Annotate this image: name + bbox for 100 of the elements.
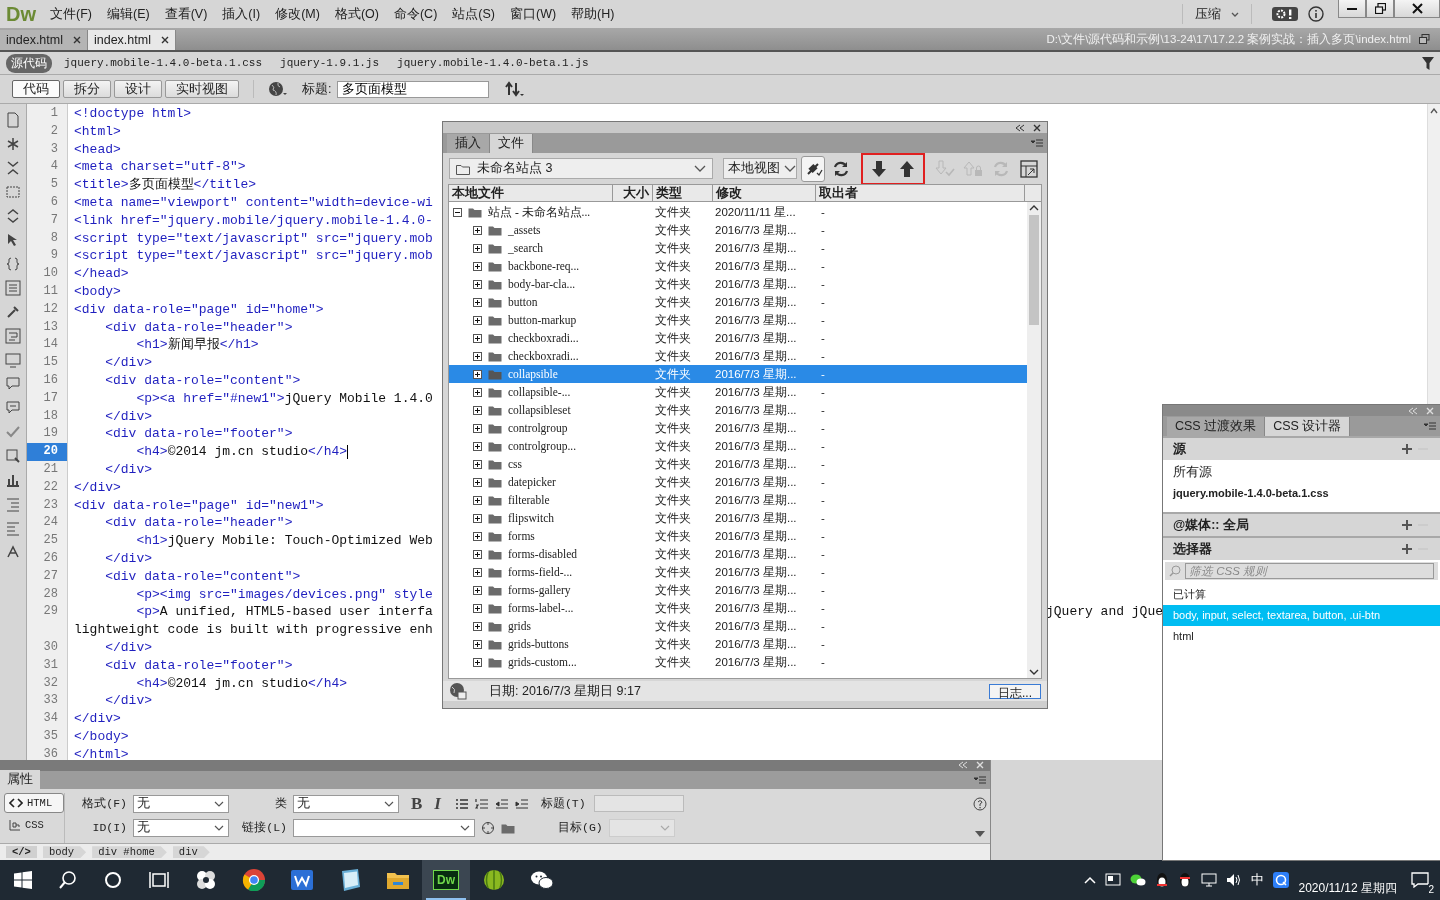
panel-menu-icon[interactable]	[1031, 139, 1043, 147]
view-button[interactable]: 拆分	[63, 80, 111, 98]
mode-button[interactable]: HTML	[4, 792, 64, 813]
file-row[interactable]: controlgroup 文件夹 2016/7/3 星期... -	[449, 419, 1027, 437]
uncomment-icon[interactable]	[5, 400, 21, 416]
site-dropdown[interactable]: 未命名站点 3	[449, 158, 713, 179]
menu-item[interactable]: 修改(M)	[275, 3, 320, 25]
q-icon[interactable]	[1273, 872, 1290, 888]
mode-button[interactable]: CSS	[4, 814, 64, 835]
file-row[interactable]: collapsible 文件夹 2016/7/3 星期... -	[449, 365, 1027, 383]
format-dropdown[interactable]: 无	[133, 794, 229, 813]
ring-icon[interactable]	[242, 869, 266, 891]
file-row[interactable]: datepicker 文件夹 2016/7/3 星期... -	[449, 473, 1027, 491]
expand-box-icon[interactable]	[473, 405, 482, 415]
filter-icon[interactable]	[1422, 56, 1434, 70]
document-tab[interactable]: index.html	[88, 30, 176, 50]
panel-tab[interactable]: 插入	[447, 134, 490, 153]
app-button[interactable]: Dw	[433, 870, 459, 890]
link-dropdown[interactable]	[293, 818, 475, 837]
add-icon[interactable]	[1402, 520, 1412, 530]
title-field[interactable]	[593, 795, 684, 813]
column-header[interactable]: 大小	[613, 185, 653, 201]
expand-box-icon[interactable]	[473, 315, 482, 325]
notification-button[interactable]: 2	[1406, 865, 1434, 895]
bulleted-list-icon[interactable]	[454, 797, 469, 810]
file-row[interactable]: forms-gallery 文件夹 2016/7/3 星期... -	[449, 581, 1027, 599]
braces-icon[interactable]	[5, 256, 21, 272]
expand-box-icon[interactable]	[473, 423, 482, 433]
source-item[interactable]: jquery.mobile-1.4.0-beta.1.css	[1163, 483, 1440, 504]
expand-box-icon[interactable]	[473, 495, 482, 505]
expand-box-icon[interactable]	[473, 243, 482, 253]
file-row[interactable]: controlgroup... 文件夹 2016/7/3 星期... -	[449, 437, 1027, 455]
file-row[interactable]: flipswitch 文件夹 2016/7/3 星期... -	[449, 509, 1027, 527]
file-row[interactable]: grids-buttons 文件夹 2016/7/3 星期... -	[449, 635, 1027, 653]
panel-menu-icon[interactable]	[1424, 422, 1436, 430]
dotted-box-icon[interactable]	[5, 184, 21, 200]
related-file-link[interactable]: jquery-1.9.1.js	[280, 57, 380, 69]
expand-box-icon[interactable]	[473, 333, 482, 343]
task-view-icon[interactable]	[149, 871, 169, 889]
file-row[interactable]: _search 文件夹 2016/7/3 星期... -	[449, 239, 1027, 257]
expand-box-icon[interactable]	[473, 225, 482, 235]
circle-icon[interactable]	[104, 871, 122, 889]
close-icon[interactable]	[1033, 123, 1041, 132]
selector-item[interactable]: html	[1163, 626, 1440, 647]
page-title-field[interactable]: 多页面模型	[337, 80, 490, 98]
expand-box-icon[interactable]	[473, 477, 482, 487]
log-button[interactable]: 日志...	[989, 683, 1041, 699]
pinwheel-icon[interactable]	[194, 869, 218, 891]
workspace-dropdown[interactable]: 压缩	[1182, 4, 1252, 24]
file-row[interactable]: collapsibleset 文件夹 2016/7/3 星期... -	[449, 401, 1027, 419]
column-header[interactable]: 取出者	[816, 185, 1025, 201]
file-row[interactable]: checkboxradi... 文件夹 2016/7/3 星期... -	[449, 347, 1027, 365]
globe-icon[interactable]	[268, 81, 288, 97]
format-icon[interactable]	[5, 544, 21, 560]
close-button[interactable]	[1394, 0, 1440, 18]
minimize-button[interactable]	[1338, 0, 1366, 18]
related-file-link[interactable]: jquery.mobile-1.4.0-beta.1.css	[64, 57, 263, 69]
wrap-lines-icon[interactable]	[5, 328, 21, 344]
penguin-icon[interactable]	[1178, 872, 1193, 888]
menu-item[interactable]: 编辑(E)	[106, 3, 150, 25]
expand-box-icon[interactable]	[473, 603, 482, 613]
resize-grip[interactable]	[443, 701, 1047, 708]
view-button[interactable]: 设计	[114, 80, 162, 98]
section-header[interactable]: @媒体:: 全局	[1163, 512, 1440, 536]
filter-field[interactable]: 筛选 CSS 规则	[1185, 563, 1434, 579]
start-icon[interactable]	[14, 871, 32, 889]
expand-box-icon[interactable]	[473, 297, 482, 307]
wrench-icon[interactable]	[5, 304, 21, 320]
file-row[interactable]: css 文件夹 2016/7/3 星期... -	[449, 455, 1027, 473]
file-row[interactable]: filterable 文件夹 2016/7/3 星期... -	[449, 491, 1027, 509]
chevron-up-icon[interactable]	[1084, 876, 1097, 884]
numbered-list-icon[interactable]	[474, 797, 489, 810]
code-toggle-button[interactable]: </>	[6, 846, 37, 859]
sync-settings-icon[interactable]	[1272, 7, 1298, 21]
search-icon[interactable]	[59, 871, 77, 889]
file-row[interactable]: forms-label-... 文件夹 2016/7/3 星期... -	[449, 599, 1027, 617]
expand-box-icon[interactable]	[473, 459, 482, 469]
tag-chip[interactable]: div #home	[92, 846, 167, 859]
view-dropdown[interactable]: 本地视图	[722, 158, 797, 179]
restore-icon[interactable]	[1419, 34, 1430, 44]
id-dropdown[interactable]: 无	[133, 818, 229, 837]
expand-box-icon[interactable]	[473, 657, 482, 667]
file-row[interactable]: backbone-req... 文件夹 2016/7/3 星期... -	[449, 257, 1027, 275]
chat-icon[interactable]	[1130, 873, 1147, 887]
comment-icon[interactable]	[5, 376, 21, 392]
add-icon[interactable]	[1402, 444, 1412, 454]
related-file-link[interactable]: jquery.mobile-1.4.0-beta.1.js	[397, 57, 589, 69]
menu-item[interactable]: 帮助(H)	[571, 3, 615, 25]
expand-box-icon[interactable]	[473, 585, 482, 595]
column-header[interactable]: 类型	[653, 185, 713, 201]
expand-box-icon[interactable]	[473, 441, 482, 451]
expand-box-icon[interactable]	[473, 387, 482, 397]
section-header[interactable]: 源	[1163, 436, 1440, 460]
view-button[interactable]: 实时视图	[165, 80, 239, 98]
tag-chip[interactable]: body	[42, 846, 87, 859]
file-row[interactable]: grids 文件夹 2016/7/3 星期... -	[449, 617, 1027, 635]
expand-box-icon[interactable]	[473, 567, 482, 577]
file-row[interactable]: forms-field-... 文件夹 2016/7/3 星期... -	[449, 563, 1027, 581]
penguin-icon[interactable]	[1155, 872, 1170, 888]
expand-box-icon[interactable]	[473, 279, 482, 289]
